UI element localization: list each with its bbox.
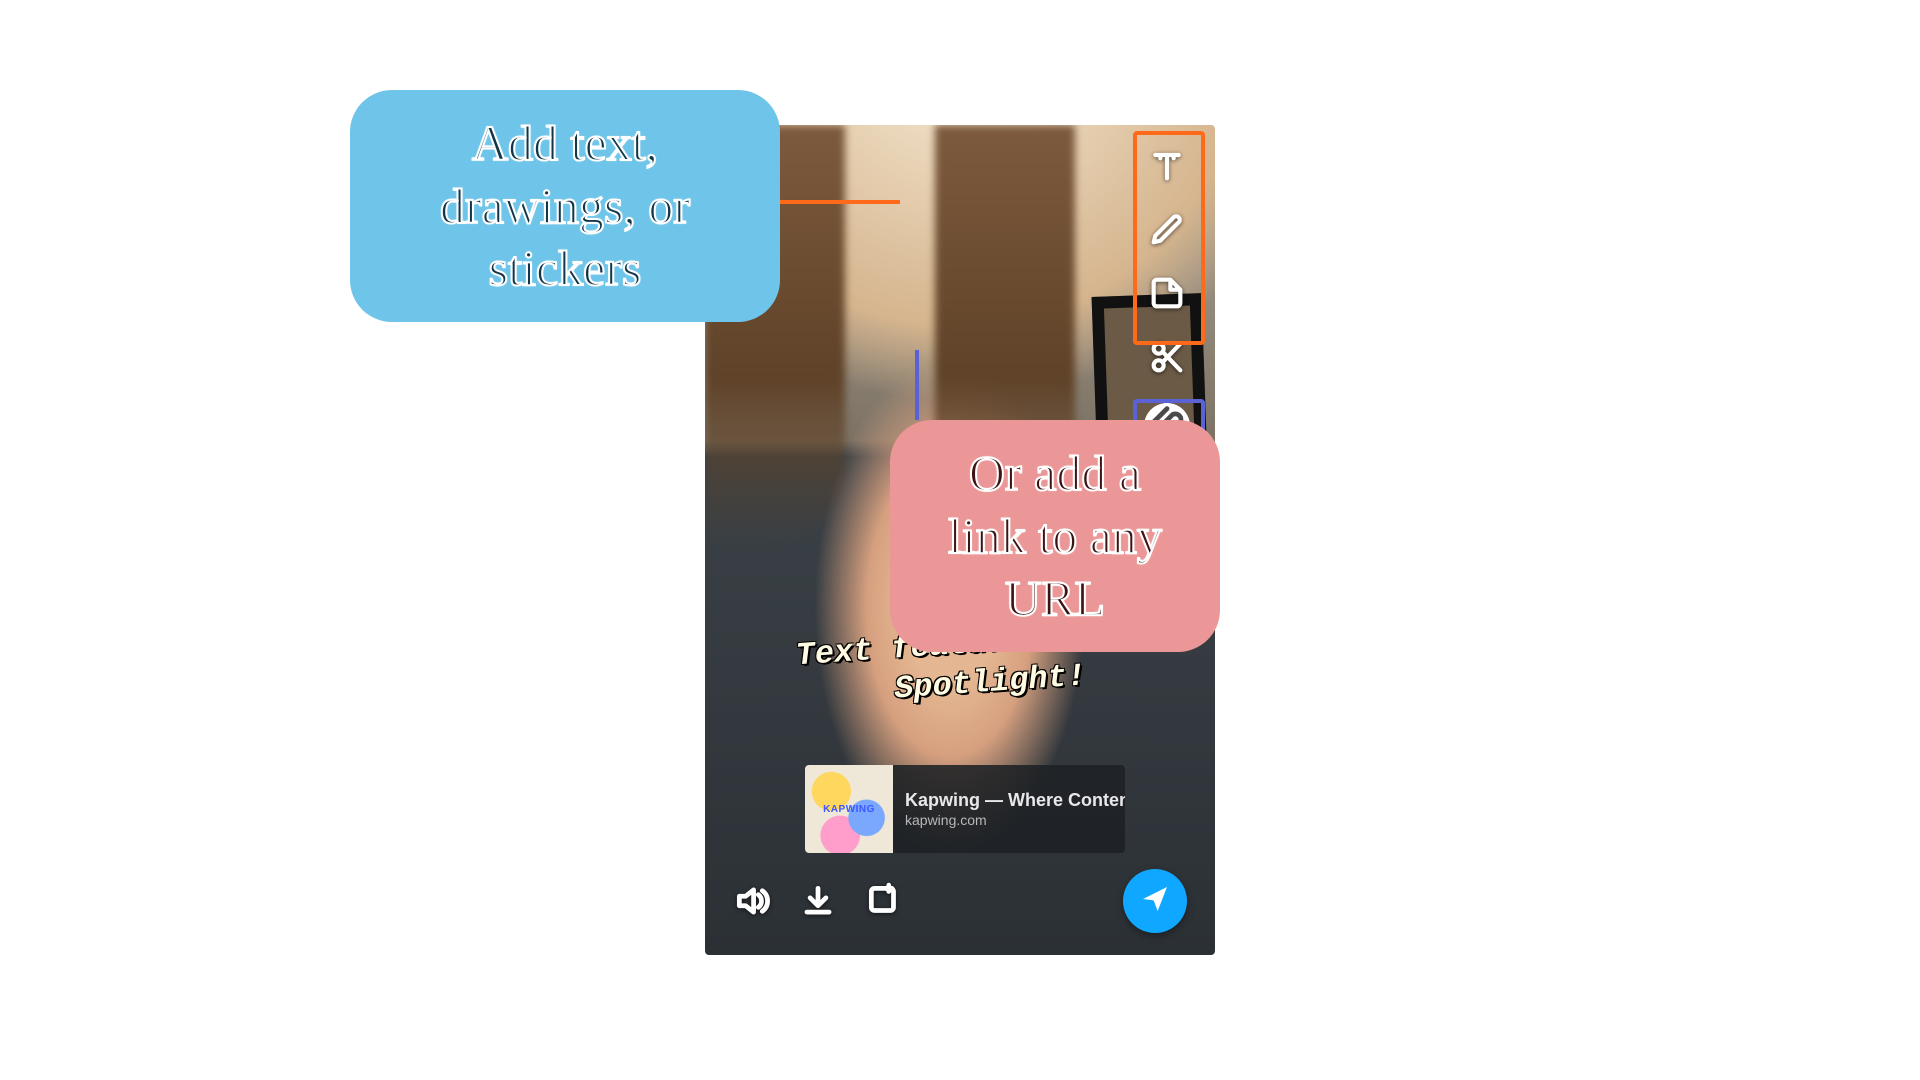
- bottom-action-bar: [705, 869, 1215, 933]
- sound-icon: [733, 907, 771, 924]
- text-icon: [1147, 145, 1187, 190]
- link-annotation-callout: Or add a link to any URL: [890, 420, 1220, 652]
- attached-link-card[interactable]: KAPWING Kapwing — Where Content Creation…: [805, 765, 1125, 853]
- download-icon: [799, 907, 837, 924]
- send-icon: [1139, 883, 1171, 920]
- sound-toggle[interactable]: [733, 882, 771, 920]
- tools-annotation-connector: [780, 200, 900, 204]
- link-thumbnail: KAPWING: [805, 765, 893, 853]
- draw-tool[interactable]: [1147, 211, 1187, 251]
- add-to-story-button[interactable]: [865, 882, 903, 920]
- link-card-text: Kapwing — Where Content Creation Happ… k…: [893, 782, 1125, 837]
- scissors-tool[interactable]: [1147, 339, 1187, 379]
- link-title: Kapwing — Where Content Creation Happ…: [905, 790, 1125, 811]
- scissors-icon: [1147, 337, 1187, 382]
- link-url: kapwing.com: [905, 812, 1125, 828]
- pencil-icon: [1147, 209, 1187, 254]
- text-tool[interactable]: [1147, 147, 1187, 187]
- sticker-icon: [1147, 273, 1187, 318]
- sticker-tool[interactable]: [1147, 275, 1187, 315]
- tools-annotation-callout: Add text, drawings, or stickers: [350, 90, 780, 322]
- send-button[interactable]: [1123, 869, 1187, 933]
- add-to-story-icon: [865, 907, 903, 924]
- link-thumb-brand: KAPWING: [823, 804, 875, 815]
- save-button[interactable]: [799, 882, 837, 920]
- link-annotation-connector: [915, 350, 919, 420]
